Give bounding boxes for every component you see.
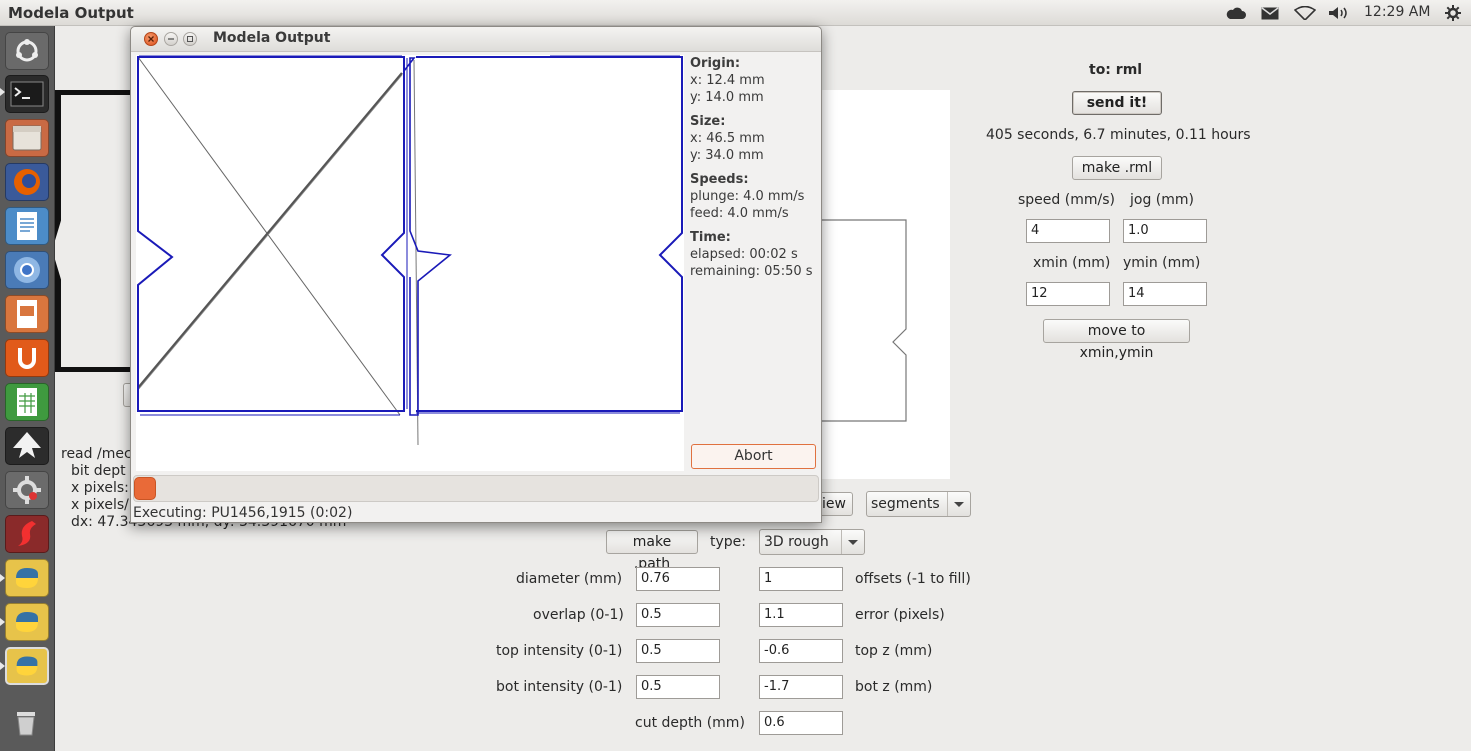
time-heading: Time: — [690, 230, 731, 245]
chevron-down-icon — [947, 492, 970, 516]
settings-gear-icon[interactable] — [1442, 3, 1464, 23]
bot-z-field[interactable]: -1.7 — [759, 675, 843, 699]
bot-z-label: bot z (mm) — [855, 679, 933, 695]
files-icon[interactable] — [5, 119, 49, 157]
offsets-label: offsets (-1 to fill) — [855, 571, 971, 587]
bot-intensity-label: bot intensity (0-1) — [496, 679, 623, 695]
origin-heading: Origin: — [690, 56, 741, 71]
writer-icon[interactable] — [5, 207, 49, 245]
clock[interactable]: 12:29 AM — [1364, 4, 1430, 20]
speeds-group: Speeds: plunge: 4.0 mm/s feed: 4.0 mm/s — [690, 171, 818, 222]
dialog-title: Modela Output — [213, 30, 331, 46]
modela-output-dialog: Modela Output Origin: x: 12.4 mm y: 14.0… — [130, 26, 822, 523]
speed-field[interactable]: 4 — [1026, 219, 1110, 243]
overlap-field[interactable]: 0.5 — [636, 603, 720, 627]
feed-speed: feed: 4.0 mm/s — [690, 206, 789, 221]
terminal-icon[interactable] — [5, 75, 49, 113]
size-x: x: 46.5 mm — [690, 131, 765, 146]
progress-fill — [134, 477, 156, 500]
view-mode-value: segments — [871, 496, 940, 512]
wifi-icon[interactable] — [1292, 3, 1318, 23]
diameter-label: diameter (mm) — [516, 571, 623, 587]
jog-label: jog (mm) — [1130, 192, 1194, 208]
top-intensity-field[interactable]: 0.5 — [636, 639, 720, 663]
send-it-button[interactable]: send it! — [1072, 91, 1162, 115]
overlap-label: overlap (0-1) — [533, 607, 624, 623]
make-rml-button[interactable]: make .rml — [1072, 156, 1162, 180]
flash-icon[interactable] — [5, 515, 49, 553]
remaining-time: remaining: 05:50 s — [690, 264, 813, 279]
ymin-field[interactable]: 14 — [1123, 282, 1207, 306]
input-image-preview — [55, 90, 135, 372]
origin-x: x: 12.4 mm — [690, 73, 765, 88]
size-group: Size: x: 46.5 mm y: 34.0 mm — [690, 113, 818, 164]
inkscape-icon[interactable] — [5, 427, 49, 465]
trash-icon[interactable] — [5, 704, 49, 742]
top-intensity-label: top intensity (0-1) — [496, 643, 623, 659]
jog-field[interactable]: 1.0 — [1123, 219, 1207, 243]
cut-depth-field[interactable]: 0.6 — [759, 711, 843, 735]
time-group: Time: elapsed: 00:02 s remaining: 05:50 … — [690, 229, 818, 280]
system-settings-icon[interactable] — [5, 471, 49, 509]
view-mode-select[interactable]: segments — [866, 491, 971, 517]
abort-button[interactable]: Abort — [691, 444, 816, 469]
size-heading: Size: — [690, 114, 726, 129]
top-z-label: top z (mm) — [855, 643, 933, 659]
error-label: error (pixels) — [855, 607, 945, 623]
maximize-icon[interactable] — [183, 32, 197, 46]
dash-home-icon[interactable] — [5, 32, 49, 70]
status-text: Executing: PU1456,1915 (0:02) — [133, 505, 353, 521]
python-icon[interactable] — [5, 603, 49, 641]
job-info-panel: Origin: x: 12.4 mm y: 14.0 mm Size: x: 4… — [690, 55, 818, 287]
plunge-speed: plunge: 4.0 mm/s — [690, 189, 805, 204]
toolpath-preview-outline — [815, 219, 907, 422]
minimize-icon[interactable] — [164, 32, 178, 46]
speeds-heading: Speeds: — [690, 172, 749, 187]
elapsed-time: elapsed: 00:02 s — [690, 247, 798, 262]
type-label: type: — [710, 534, 746, 550]
chevron-down-icon — [841, 530, 864, 554]
launcher — [0, 26, 55, 751]
volume-icon[interactable] — [1326, 3, 1352, 23]
ubuntu-one-icon[interactable] — [5, 339, 49, 377]
bot-intensity-field[interactable]: 0.5 — [636, 675, 720, 699]
toolpath-drawing — [137, 54, 683, 446]
python-icon[interactable] — [5, 559, 49, 597]
python-icon[interactable] — [5, 647, 49, 685]
impress-icon[interactable] — [5, 295, 49, 333]
time-estimate: 405 seconds, 6.7 minutes, 0.11 hours — [986, 127, 1251, 143]
origin-y: y: 14.0 mm — [690, 90, 764, 105]
toolpath-canvas — [136, 54, 684, 471]
error-field[interactable]: 1.1 — [759, 603, 843, 627]
ymin-label: ymin (mm) — [1123, 255, 1201, 271]
dialog-titlebar[interactable]: Modela Output — [131, 27, 821, 52]
close-icon[interactable] — [144, 32, 158, 46]
size-y: y: 34.0 mm — [690, 148, 764, 163]
top-z-field[interactable]: -0.6 — [759, 639, 843, 663]
move-to-xmin-ymin-button[interactable]: move to xmin,ymin — [1043, 319, 1190, 361]
xmin-label: xmin (mm) — [1033, 255, 1111, 271]
offsets-field[interactable]: 1 — [759, 567, 843, 591]
app-title: Modela Output — [8, 4, 134, 22]
path-type-select[interactable]: 3D rough — [759, 529, 865, 555]
xmin-field[interactable]: 12 — [1026, 282, 1110, 306]
speed-label: speed (mm/s) — [1018, 192, 1115, 208]
output-format-label: to: rml — [1089, 62, 1143, 78]
mail-icon[interactable] — [1258, 3, 1282, 23]
progress-bar — [133, 475, 819, 502]
diameter-field[interactable]: 0.76 — [636, 567, 720, 591]
path-type-value: 3D rough — [764, 534, 829, 550]
make-path-button[interactable]: make .path — [606, 530, 698, 572]
calc-icon[interactable] — [5, 383, 49, 421]
origin-group: Origin: x: 12.4 mm y: 14.0 mm — [690, 55, 818, 106]
toolpath-preview — [815, 90, 950, 479]
firefox-icon[interactable] — [5, 163, 49, 201]
chromium-icon[interactable] — [5, 251, 49, 289]
cut-depth-label: cut depth (mm) — [635, 715, 745, 731]
cloud-icon[interactable] — [1224, 3, 1248, 23]
top-panel: Modela Output 12:29 AM — [0, 0, 1471, 26]
